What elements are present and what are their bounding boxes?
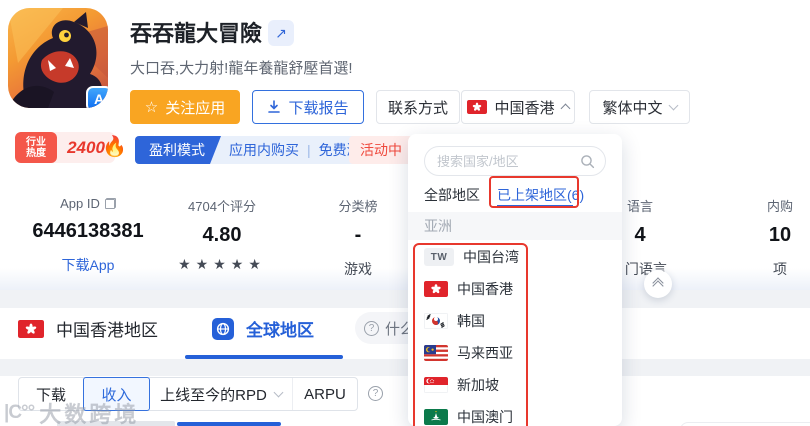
- copy-icon[interactable]: [104, 198, 116, 209]
- language-selector[interactable]: 繁体中文: [589, 90, 690, 124]
- external-link-icon[interactable]: ↗: [268, 20, 294, 46]
- tab-rpd[interactable]: 上线至今的RPD: [150, 378, 292, 410]
- app-icon: A: [8, 8, 108, 108]
- category-rank-value: -: [354, 224, 362, 246]
- dropdown-tab-underline: [497, 205, 573, 207]
- category-rank-sub: 游戏: [344, 261, 372, 277]
- download-icon: [268, 100, 281, 113]
- tab-global-label: 全球地区: [246, 321, 314, 340]
- download-report-button[interactable]: 下载报告: [252, 90, 364, 124]
- category-rank-label: 分类榜: [338, 199, 378, 214]
- chevron-down-icon: [668, 100, 678, 111]
- tag-activity: 活动中: [349, 136, 413, 164]
- hong-kong-flag-icon: [424, 281, 448, 297]
- region-item-macau[interactable]: 中国澳门: [424, 407, 513, 426]
- flame-icon: 🔥: [102, 136, 127, 158]
- region-item-hong-kong[interactable]: 中国香港: [424, 279, 513, 299]
- malaysia-flag-icon: [424, 345, 448, 361]
- dropdown-tab-all-regions[interactable]: 全部地区: [424, 185, 480, 205]
- star-icon: ☆: [144, 99, 159, 116]
- stat-category-rank: 分类榜 - 游戏: [288, 196, 428, 279]
- active-tab-underline: [185, 355, 343, 359]
- page-title: 吞吞龍大冒險: [130, 21, 263, 46]
- iap-sub: 项: [773, 261, 787, 277]
- app-id-value: 6446138381: [32, 220, 144, 242]
- hidden-tab-underline: [177, 422, 281, 426]
- tab-global-region[interactable]: 全球地区: [212, 316, 314, 341]
- language-selector-label: 繁体中文: [602, 99, 663, 117]
- next-card-edge: [680, 422, 810, 426]
- tab-hk-label: 中国香港地区: [56, 321, 158, 340]
- download-report-label: 下载报告: [288, 99, 349, 117]
- region-item-malaysia[interactable]: 马来西亚: [424, 343, 513, 363]
- iap-value: 10: [768, 224, 792, 246]
- app-id-label: App ID: [60, 196, 100, 211]
- region-item-taiwan[interactable]: TW 中国台湾: [424, 247, 519, 267]
- tag-monetization: 盈利模式: [135, 136, 221, 164]
- download-app-link[interactable]: 下载App: [18, 255, 158, 275]
- tab-rpd-label: 上线至今的RPD: [160, 386, 267, 404]
- region-search-input[interactable]: [437, 153, 580, 169]
- globe-icon: [212, 317, 234, 340]
- region-selector-label: 中国香港: [494, 99, 555, 117]
- hong-kong-flag-icon: [18, 319, 44, 338]
- section-divider: [0, 290, 810, 308]
- taiwan-code-badge: TW: [424, 248, 454, 266]
- watermark-text: 大数跨境: [39, 402, 140, 426]
- tag-iap: 应用内购买: [229, 142, 299, 158]
- search-icon: [581, 154, 595, 168]
- south-korea-flag-icon: [424, 313, 448, 329]
- follow-app-button[interactable]: ☆ 关注应用: [130, 90, 240, 124]
- watermark-logo: |C°°: [4, 402, 35, 423]
- stat-rating: 4704个评分 4.80 ★★★★★: [152, 196, 292, 273]
- region-item-singapore[interactable]: 新加坡: [424, 375, 499, 395]
- rating-stars: ★★★★★: [178, 256, 266, 272]
- contact-label: 联系方式: [387, 99, 448, 117]
- tab-hk-region[interactable]: 中国香港地区: [18, 316, 158, 341]
- region-search-box[interactable]: [424, 146, 606, 176]
- section-divider: [0, 359, 810, 376]
- tab-arpu[interactable]: ARPU: [292, 378, 357, 410]
- follow-label: 关注应用: [165, 99, 226, 117]
- macau-flag-icon: [424, 409, 448, 425]
- region-dropdown-panel: 全部地区 已上架地区(6) 亚洲 TW 中国台湾 中国香港 韩国: [408, 134, 622, 426]
- dropdown-tab-listed-regions[interactable]: 已上架地区(6): [497, 185, 584, 205]
- app-subtitle: 大口吞,大力射!龍年養龍舒壓首選!: [130, 60, 353, 77]
- group-header-asia: 亚洲: [408, 212, 622, 240]
- chevron-down-icon: [273, 387, 284, 398]
- collapse-panel-button[interactable]: [644, 270, 672, 298]
- iap-label: 内购: [766, 199, 793, 214]
- stat-app-id: App ID 6446138381 下载App: [18, 196, 158, 275]
- singapore-flag-icon: [424, 377, 448, 393]
- region-item-korea[interactable]: 韩国: [424, 311, 485, 331]
- app-store-badge-icon: A: [86, 86, 108, 108]
- rating-count-label: 4704个评分: [188, 199, 256, 214]
- chevron-up-icon: [560, 103, 570, 114]
- app-detail-page: A 吞吞龍大冒險 ↗ 大口吞,大力射!龍年養龍舒壓首選! ☆ 关注应用 下载报告…: [0, 0, 810, 426]
- question-circle-icon: ?: [364, 320, 379, 336]
- industry-heat-badge: 行业 热度 2400 🔥: [15, 132, 127, 163]
- region-selector[interactable]: 中国香港: [461, 90, 575, 124]
- heat-label: 行业 热度: [15, 132, 57, 163]
- watermark: |C°° 大数跨境: [4, 397, 139, 426]
- contact-button[interactable]: 联系方式: [376, 90, 460, 124]
- stat-iap: 内购 10 项: [710, 196, 810, 279]
- rating-value: 4.80: [202, 224, 242, 246]
- metric-help-icon[interactable]: ?: [368, 386, 383, 401]
- tag-divider: |: [307, 142, 311, 158]
- hong-kong-flag-icon: [467, 100, 488, 114]
